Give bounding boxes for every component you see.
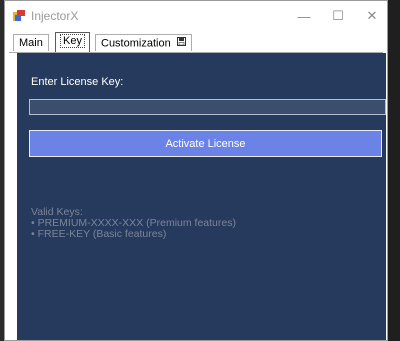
minimize-icon: — [297, 8, 311, 24]
minimize-button[interactable]: — [287, 1, 321, 31]
close-button[interactable]: ✕ [355, 1, 389, 31]
tab-key[interactable]: Key [55, 32, 90, 52]
title-bar[interactable]: InjectorX — ☐ ✕ [5, 1, 387, 31]
tab-label: Key [60, 34, 85, 48]
tab-label: Main [19, 37, 43, 49]
key-panel: Enter License Key: Activate License Vali… [17, 53, 386, 340]
close-icon: ✕ [366, 8, 378, 23]
license-key-input[interactable] [29, 99, 386, 115]
tab-label: Customization [101, 37, 171, 50]
activate-license-button[interactable]: Activate License [29, 130, 382, 157]
activate-license-label: Activate License [165, 137, 246, 150]
valid-key-item: • FREE-KEY (Basic features) [31, 228, 167, 240]
app-window: InjectorX — ☐ ✕ Main Key Customization E… [4, 0, 388, 341]
floppy-disk-icon [176, 35, 186, 52]
app-icon [13, 9, 25, 21]
tab-main[interactable]: Main [13, 34, 49, 51]
window-title: InjectorX [31, 9, 79, 23]
maximize-icon: ☐ [332, 8, 344, 23]
tab-customization[interactable]: Customization [95, 34, 192, 51]
maximize-button[interactable]: ☐ [321, 1, 355, 31]
license-key-label: Enter License Key: [31, 76, 124, 88]
tab-strip: Main Key Customization [9, 32, 383, 53]
background-strip [388, 0, 400, 341]
valid-keys-info: Valid Keys: • PREMIUM-XXXX-XXX (Premium … [31, 207, 236, 240]
